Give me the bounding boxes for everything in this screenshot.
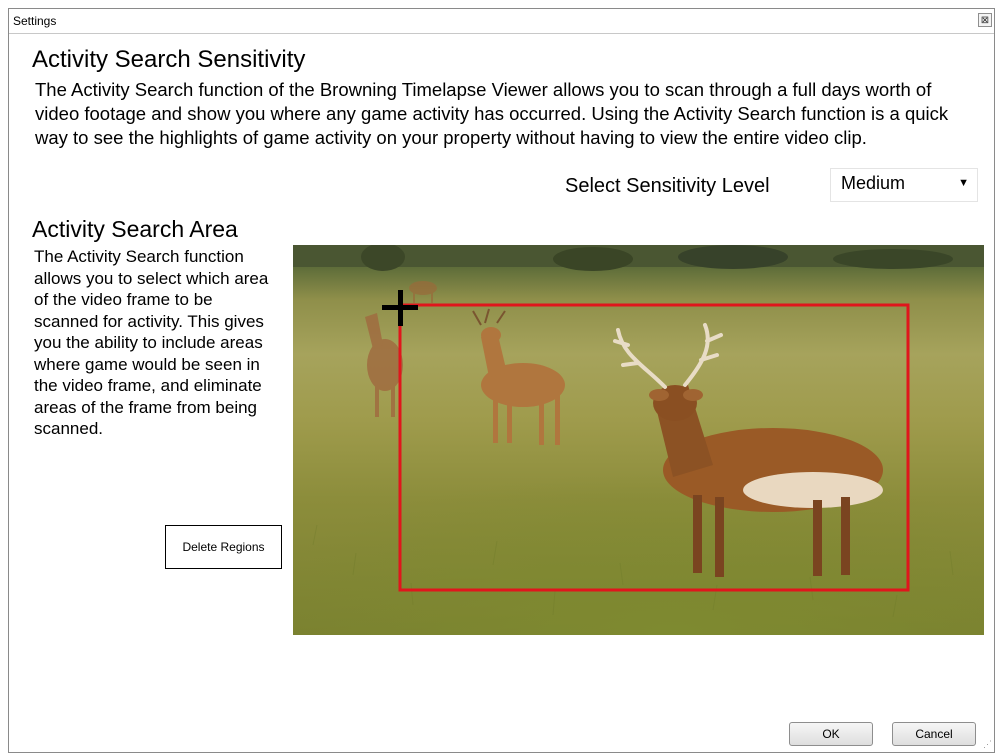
grass-texture (312, 524, 954, 618)
sensitivity-heading: Activity Search Sensitivity (32, 46, 306, 73)
chevron-down-icon[interactable]: ▼ (958, 177, 969, 189)
close-icon[interactable]: ⊠ (978, 13, 992, 27)
settings-window: Settings ⊠ Activity Search Sensitivity T… (8, 8, 995, 753)
resize-grip-icon[interactable]: ⋰ (983, 739, 992, 750)
video-frame[interactable] (293, 245, 984, 635)
title-bar: Settings ⊠ (9, 9, 994, 34)
sensitivity-description: The Activity Search function of the Brow… (35, 79, 949, 148)
video-frame-image (293, 245, 984, 618)
window-title: Settings (13, 14, 57, 28)
settings-content: Activity Search Sensitivity The Activity… (9, 34, 994, 752)
tree (678, 245, 788, 269)
sensitivity-select-label: Select Sensitivity Level (565, 175, 770, 197)
tree (553, 247, 633, 271)
whitetail-buck (613, 323, 883, 577)
distant-deer (409, 281, 437, 303)
cancel-button[interactable]: Cancel (892, 722, 976, 746)
crosshair-icon[interactable] (382, 290, 418, 326)
tree (361, 245, 405, 271)
delete-regions-button[interactable]: Delete Regions (165, 525, 282, 569)
ok-button[interactable]: OK (789, 722, 873, 746)
sensitivity-selected-value: Medium (841, 173, 906, 193)
middle-deer (472, 308, 565, 445)
blurred-deer-left (365, 313, 403, 417)
area-heading: Activity Search Area (32, 216, 238, 242)
sensitivity-dropdown[interactable]: Medium ▼ (830, 168, 978, 202)
area-description: The Activity Search function allows you … (34, 247, 269, 438)
tree (833, 249, 953, 269)
